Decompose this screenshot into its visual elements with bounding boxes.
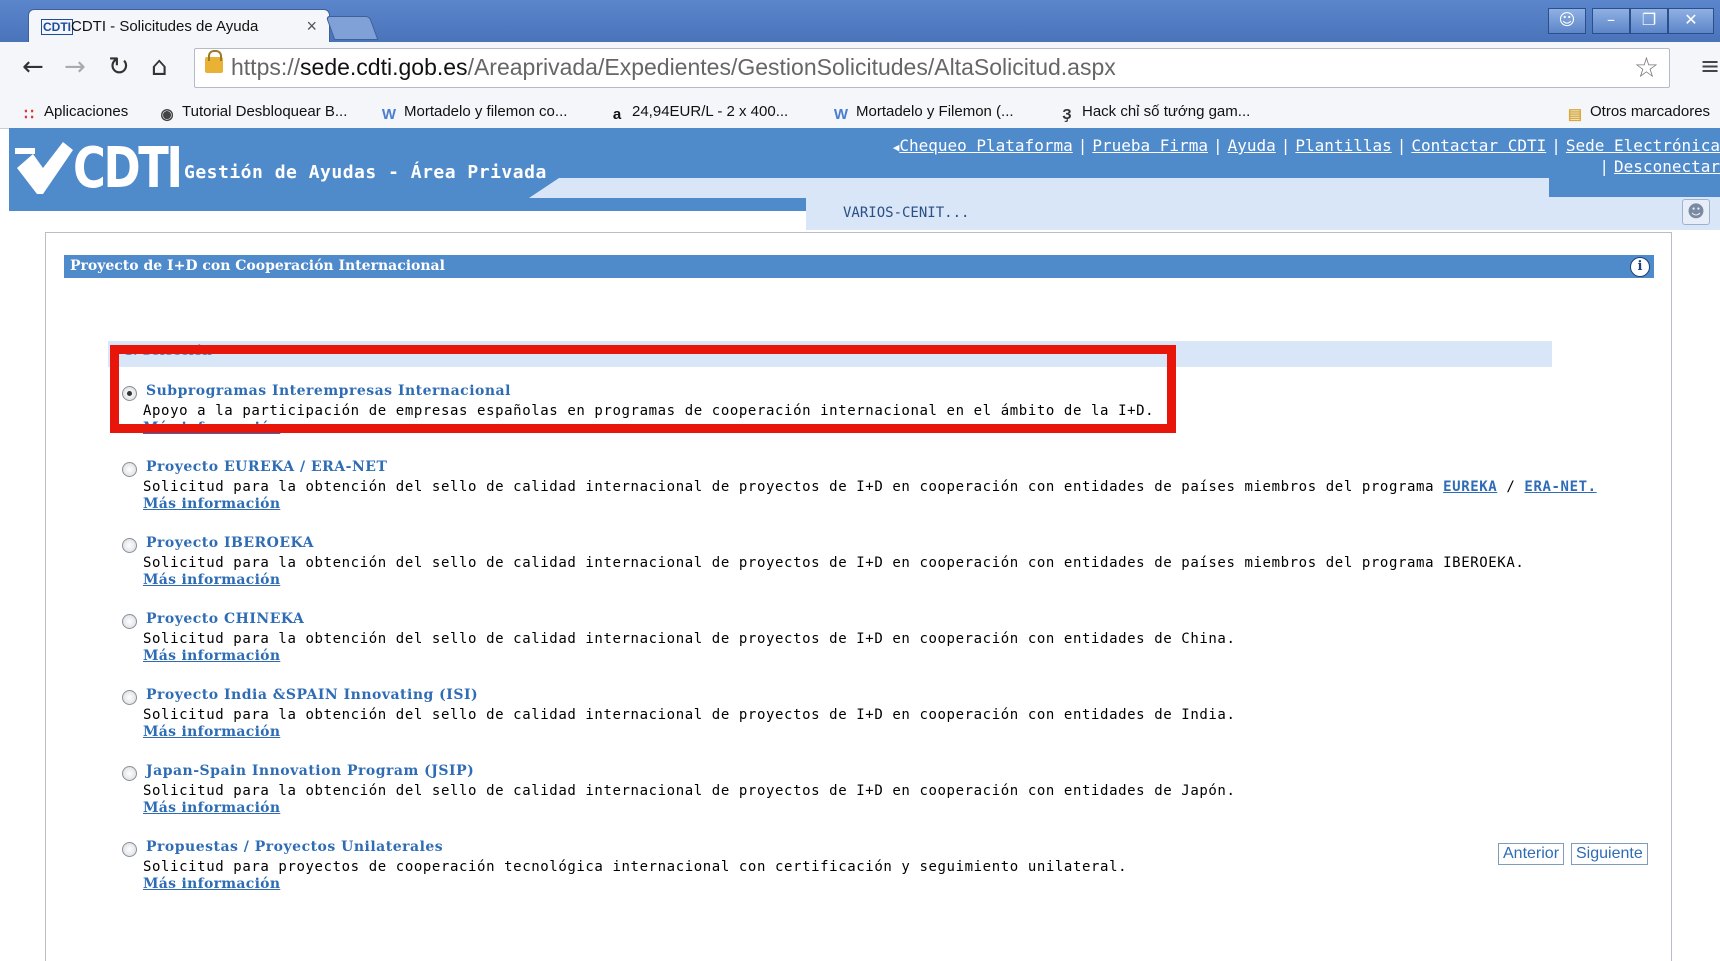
option-desc: Apoyo a la participación de empresas esp… [143, 403, 1155, 419]
profile-icon[interactable]: ☺ [1548, 8, 1586, 34]
bookmark-mortadelo-2[interactable]: W Mortadelo y Filemon (... [832, 103, 1014, 123]
tab-title: CDTI - Solicitudes de Ayuda [71, 18, 259, 35]
info-icon[interactable]: i [1630, 257, 1650, 277]
next-button[interactable]: Siguiente [1571, 843, 1648, 865]
w-logo-icon: W [381, 106, 397, 123]
era-net-link[interactable]: ERA-NET. [1524, 479, 1596, 495]
option-desc: Solicitud para la obtención del sello de… [143, 479, 1597, 495]
bookmark-label: Otros marcadores [1590, 103, 1711, 120]
bookmark-hack[interactable]: Ҙ Hack chỉ số tướng gam... [1058, 103, 1251, 123]
amazon-icon: a [612, 106, 622, 123]
option-label[interactable]: Japan-Spain Innovation Program (JSIP) [146, 763, 474, 779]
close-window-icon[interactable]: ✕ [1668, 8, 1714, 34]
bookmark-amazon[interactable]: a 24,94EUR/L - 2 x 400... [608, 103, 789, 123]
home-icon[interactable]: ⌂ [151, 52, 168, 82]
more-info-link[interactable]: Más información [143, 648, 280, 664]
lock-icon [205, 50, 223, 73]
link-prueba-firma[interactable]: Prueba Firma [1092, 136, 1208, 155]
panel-title: Proyecto de I+D con Cooperación Internac… [70, 258, 445, 274]
url-text[interactable]: https://sede.cdti.gob.es/Areaprivada/Exp… [231, 54, 1116, 81]
main-panel: Proyecto de I+D con Cooperación Internac… [45, 232, 1672, 961]
radio-iberoeka[interactable] [122, 538, 137, 553]
more-info-link[interactable]: Más información [143, 572, 280, 588]
panel-header: Proyecto de I+D con Cooperación Internac… [64, 255, 1654, 278]
option-desc: Solicitud para proyectos de cooperación … [143, 859, 1128, 875]
radio-isi[interactable] [122, 690, 137, 705]
cdti-favicon-icon: CDTI [41, 19, 73, 35]
radio-eureka[interactable] [122, 462, 137, 477]
bookmark-label: Aplicaciones [44, 103, 129, 120]
back-arrow-icon[interactable]: ← [22, 52, 44, 82]
bookmark-label: Mortadelo y filemon co... [404, 103, 568, 120]
eureka-link[interactable]: EUREKA [1443, 479, 1497, 495]
bookmark-other[interactable]: ▤ Otros marcadores [1566, 103, 1711, 123]
section-bar: 1. Selección [108, 341, 1552, 367]
option-label[interactable]: Proyecto EUREKA / ERA-NET [146, 459, 387, 475]
reload-icon[interactable]: ↻ [108, 52, 130, 82]
bookmark-label: Hack chỉ số tướng gam... [1082, 103, 1251, 120]
option-label[interactable]: Proyecto CHINEKA [146, 611, 304, 627]
header-strip: VARIOS-CENIT... ☻ [9, 178, 1720, 230]
site-header: CDTI Gestión de Ayudas - Área Privada ◀C… [9, 128, 1720, 230]
minimize-icon[interactable]: – [1592, 8, 1630, 34]
slash-separator: / [1497, 479, 1525, 495]
url-host: sede.cdti.gob.es [300, 54, 468, 80]
user-icon[interactable]: ☻ [1682, 199, 1710, 225]
option-label[interactable]: Proyecto India &SPAIN Innovating (ISI) [146, 687, 478, 703]
bookmark-label: Mortadelo y Filemon (... [856, 103, 1014, 120]
tab-close-icon[interactable]: × [306, 16, 317, 37]
hack-icon: Ҙ [1062, 106, 1072, 123]
globe-icon: ◉ [160, 106, 174, 123]
url-scheme: https:// [231, 54, 301, 80]
more-info-link[interactable]: Más información [143, 876, 280, 892]
new-tab-button[interactable] [325, 16, 379, 40]
option-desc: Solicitud para la obtención del sello de… [143, 783, 1236, 799]
radio-interempresas[interactable] [122, 386, 137, 401]
radio-jsip[interactable] [122, 766, 137, 781]
option-desc-text: Solicitud para la obtención del sello de… [143, 479, 1444, 495]
browser-menu-icon[interactable]: ≡ [1700, 52, 1720, 80]
option-desc: Solicitud para la obtención del sello de… [143, 555, 1525, 571]
link-chequeo[interactable]: Chequeo Plataforma [899, 136, 1072, 155]
header-strip-fill [529, 178, 1549, 198]
option-label[interactable]: Proyecto IBEROEKA [146, 535, 314, 551]
bookmark-star-icon[interactable]: ☆ [1634, 51, 1659, 84]
w-logo-icon: W [833, 106, 849, 123]
user-name: VARIOS-CENIT... [843, 205, 970, 221]
link-plantillas[interactable]: Plantillas [1295, 136, 1391, 155]
radio-chineka[interactable] [122, 614, 137, 629]
restore-icon[interactable]: ❐ [1630, 8, 1668, 34]
more-info-link[interactable]: Más información [143, 800, 280, 816]
link-desconectar[interactable]: Desconectar [1614, 157, 1720, 176]
more-info-link[interactable]: Más información [143, 420, 280, 436]
address-bar[interactable]: https://sede.cdti.gob.es/Areaprivada/Exp… [194, 48, 1670, 88]
more-info-link[interactable]: Más información [143, 724, 280, 740]
link-sede[interactable]: Sede Electrónica [1566, 136, 1720, 155]
top-links: ◀Chequeo Plataforma | Prueba Firma | Ayuda | P… [892, 136, 1720, 176]
browser-tab[interactable]: CDTI CDTI - Solicitudes de Ayuda × [28, 9, 330, 44]
previous-button[interactable]: Anterior [1498, 843, 1565, 865]
option-label[interactable]: Subprogramas Interempresas Internacional [146, 383, 511, 399]
link-ayuda[interactable]: Ayuda [1228, 136, 1276, 155]
apps-grid-icon: ∷ [24, 106, 34, 123]
radio-unilaterales[interactable] [122, 842, 137, 857]
folder-icon: ▤ [1567, 106, 1583, 123]
bookmark-mortadelo-1[interactable]: W Mortadelo y filemon co... [380, 103, 568, 123]
section-title: 1. Selección [124, 344, 212, 359]
option-desc: Solicitud para la obtención del sello de… [143, 707, 1236, 723]
bookmark-label: Tutorial Desbloquear B... [182, 103, 348, 120]
browser-tabstrip: CDTI CDTI - Solicitudes de Ayuda × ☺ – ❐… [0, 0, 1720, 44]
url-path: /Areaprivada/Expedientes/GestionSolicitu… [467, 54, 1116, 80]
bookmark-apps[interactable]: ∷ Aplicaciones [20, 103, 129, 123]
option-desc: Solicitud para la obtención del sello de… [143, 631, 1236, 647]
bookmark-label: 24,94EUR/L - 2 x 400... [632, 103, 789, 120]
forward-arrow-icon[interactable]: → [64, 52, 86, 82]
bookmarks-bar: ∷ Aplicaciones ◉ Tutorial Desbloquear B...… [0, 96, 1720, 129]
more-info-link[interactable]: Más información [143, 496, 280, 512]
link-contactar[interactable]: Contactar CDTI [1411, 136, 1546, 155]
browser-toolbar: ← → ↻ ⌂ https://sede.cdti.gob.es/Areapri… [0, 42, 1720, 97]
bookmark-tutorial[interactable]: ◉ Tutorial Desbloquear B... [158, 103, 348, 123]
option-label[interactable]: Propuestas / Proyectos Unilaterales [146, 839, 443, 855]
